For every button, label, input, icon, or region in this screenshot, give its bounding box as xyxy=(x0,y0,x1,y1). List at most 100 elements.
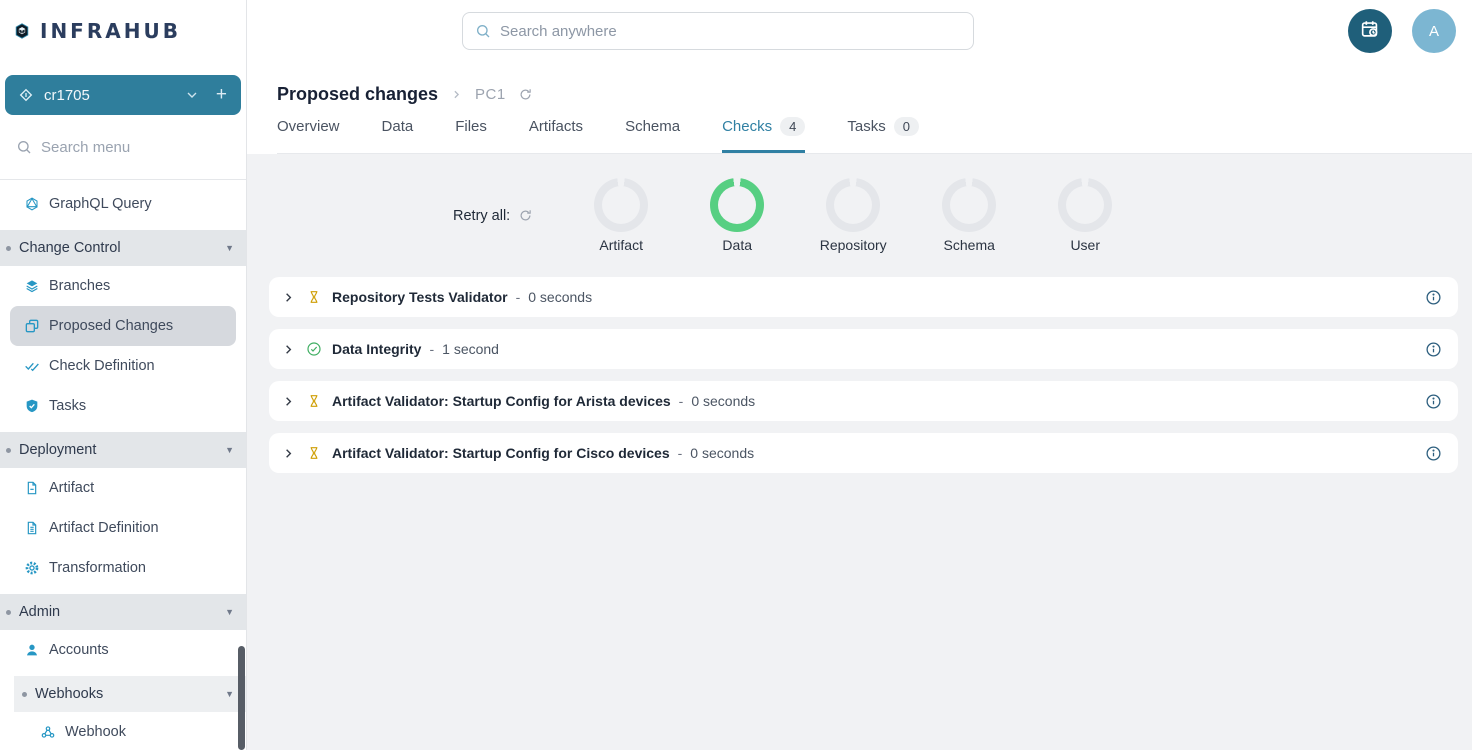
global-search[interactable] xyxy=(462,12,974,50)
sidebar-item-label: Proposed Changes xyxy=(49,318,173,334)
pending-icon xyxy=(306,393,322,409)
chevron-right-icon[interactable] xyxy=(281,446,296,461)
branch-name: cr1705 xyxy=(44,87,90,104)
tab-label: Overview xyxy=(277,118,340,135)
sidebar-group-change-control[interactable]: Change Control ▼ xyxy=(0,230,246,266)
validator-title: Artifact Validator: Startup Config for A… xyxy=(332,393,671,409)
tab-artifacts[interactable]: Artifacts xyxy=(529,117,583,153)
webhook-icon xyxy=(40,724,56,740)
chevron-right-icon[interactable] xyxy=(281,394,296,409)
sidebar-item-branches[interactable]: Branches xyxy=(0,266,246,306)
validator-row[interactable]: Data Integrity - 1 second xyxy=(269,329,1458,369)
sidebar-scrollbar[interactable] xyxy=(238,646,245,750)
app-window: INFRAHUB cr1705 + xyxy=(0,0,1472,750)
brand-wordmark: INFRAHUB xyxy=(40,19,181,43)
info-icon[interactable] xyxy=(1425,289,1442,306)
ring-label: Repository xyxy=(820,237,887,253)
calendar-clock-icon xyxy=(1359,18,1381,45)
tab-label: Data xyxy=(382,118,414,135)
artifact-definition-icon xyxy=(24,520,40,536)
retry-all-refresh-icon[interactable] xyxy=(518,208,533,223)
sidebar-item-tasks[interactable]: Tasks xyxy=(0,386,246,426)
sidebar-group-admin[interactable]: Admin ▼ xyxy=(0,594,246,630)
sidebar-item-label: Artifact Definition xyxy=(49,520,159,536)
branch-selector[interactable]: cr1705 + xyxy=(5,75,241,115)
info-icon[interactable] xyxy=(1425,341,1442,358)
pending-icon xyxy=(306,445,322,461)
chevron-right-icon[interactable] xyxy=(281,342,296,357)
sidebar-search[interactable] xyxy=(0,115,246,179)
tasks-icon xyxy=(24,398,40,414)
time-travel-button[interactable] xyxy=(1348,9,1392,53)
logo[interactable]: INFRAHUB xyxy=(0,0,246,62)
sidebar-item-label: Transformation xyxy=(49,560,146,576)
success-icon xyxy=(306,341,322,357)
tab-label: Tasks xyxy=(847,118,885,135)
collapse-icon[interactable]: ▼ xyxy=(225,607,234,617)
sidebar-item-label: Check Definition xyxy=(49,358,155,374)
info-icon[interactable] xyxy=(1425,393,1442,410)
tab-checks[interactable]: Checks 4 xyxy=(722,117,805,153)
validator-row[interactable]: Repository Tests Validator - 0 seconds xyxy=(269,277,1458,317)
tab-tasks[interactable]: Tasks 0 xyxy=(847,117,919,153)
sidebar-item-graphql-query[interactable]: GraphQL Query xyxy=(0,184,246,224)
validator-title: Repository Tests Validator xyxy=(332,289,508,305)
validator-summary-rings: Artifact Data Repository Schema xyxy=(563,178,1143,253)
chevron-right-icon[interactable] xyxy=(281,290,296,305)
sidebar-search-input[interactable] xyxy=(41,139,221,156)
validator-row[interactable]: Artifact Validator: Startup Config for A… xyxy=(269,381,1458,421)
progress-ring xyxy=(710,178,764,232)
retry-all-label: Retry all: xyxy=(453,208,510,224)
bullet-icon xyxy=(6,246,11,251)
artifact-icon xyxy=(24,480,40,496)
retry-section: Retry all: Artifact xyxy=(247,178,1472,253)
sidebar-item-webhook[interactable]: Webhook xyxy=(0,712,246,750)
tab-label: Checks xyxy=(722,118,772,135)
chevron-right-icon xyxy=(450,88,463,101)
sidebar-item-proposed-changes[interactable]: Proposed Changes xyxy=(10,306,236,346)
ring-artifact[interactable]: Artifact xyxy=(563,178,679,253)
progress-ring xyxy=(942,178,996,232)
tab-bar: Overview Data Files Artifacts Schema Che… xyxy=(277,117,1472,154)
collapse-icon[interactable]: ▼ xyxy=(225,445,234,455)
sidebar-item-check-definition[interactable]: Check Definition xyxy=(0,346,246,386)
branch-icon xyxy=(18,87,34,103)
global-search-input[interactable] xyxy=(500,23,961,40)
page-title: Proposed changes xyxy=(277,84,438,105)
sidebar-item-accounts[interactable]: Accounts xyxy=(0,630,246,670)
chevron-down-icon[interactable] xyxy=(184,87,200,103)
collapse-icon[interactable]: ▼ xyxy=(225,689,234,699)
sidebar-item-label: Artifact xyxy=(49,480,94,496)
sidebar-item-artifact-definition[interactable]: Artifact Definition xyxy=(0,508,246,548)
info-icon[interactable] xyxy=(1425,445,1442,462)
ring-schema[interactable]: Schema xyxy=(911,178,1027,253)
refresh-icon[interactable] xyxy=(518,87,533,102)
validator-row[interactable]: Artifact Validator: Startup Config for C… xyxy=(269,433,1458,473)
add-branch-button[interactable]: + xyxy=(216,84,227,106)
ring-label: User xyxy=(1070,237,1100,253)
ring-label: Schema xyxy=(944,237,995,253)
sidebar-item-label: GraphQL Query xyxy=(49,196,152,212)
sidebar-group-webhooks[interactable]: Webhooks ▼ xyxy=(14,676,246,712)
check-definition-icon xyxy=(24,358,40,374)
ring-repository[interactable]: Repository xyxy=(795,178,911,253)
tab-badge: 4 xyxy=(780,117,805,136)
avatar[interactable]: A xyxy=(1412,9,1456,53)
collapse-icon[interactable]: ▼ xyxy=(225,243,234,253)
search-icon xyxy=(16,139,32,155)
sidebar-item-transformation[interactable]: Transformation xyxy=(0,548,246,588)
tab-schema[interactable]: Schema xyxy=(625,117,680,153)
topbar: A xyxy=(247,0,1472,62)
ring-data[interactable]: Data xyxy=(679,178,795,253)
separator: - xyxy=(429,341,434,357)
tab-data[interactable]: Data xyxy=(382,117,414,153)
ring-user[interactable]: User xyxy=(1027,178,1143,253)
pending-icon xyxy=(306,289,322,305)
sidebar-group-deployment[interactable]: Deployment ▼ xyxy=(0,432,246,468)
breadcrumb-item: PC1 xyxy=(475,86,506,103)
avatar-initial: A xyxy=(1429,23,1439,40)
tab-overview[interactable]: Overview xyxy=(277,117,340,153)
tab-files[interactable]: Files xyxy=(455,117,487,153)
sidebar-item-artifact[interactable]: Artifact xyxy=(0,468,246,508)
bullet-icon xyxy=(6,610,11,615)
